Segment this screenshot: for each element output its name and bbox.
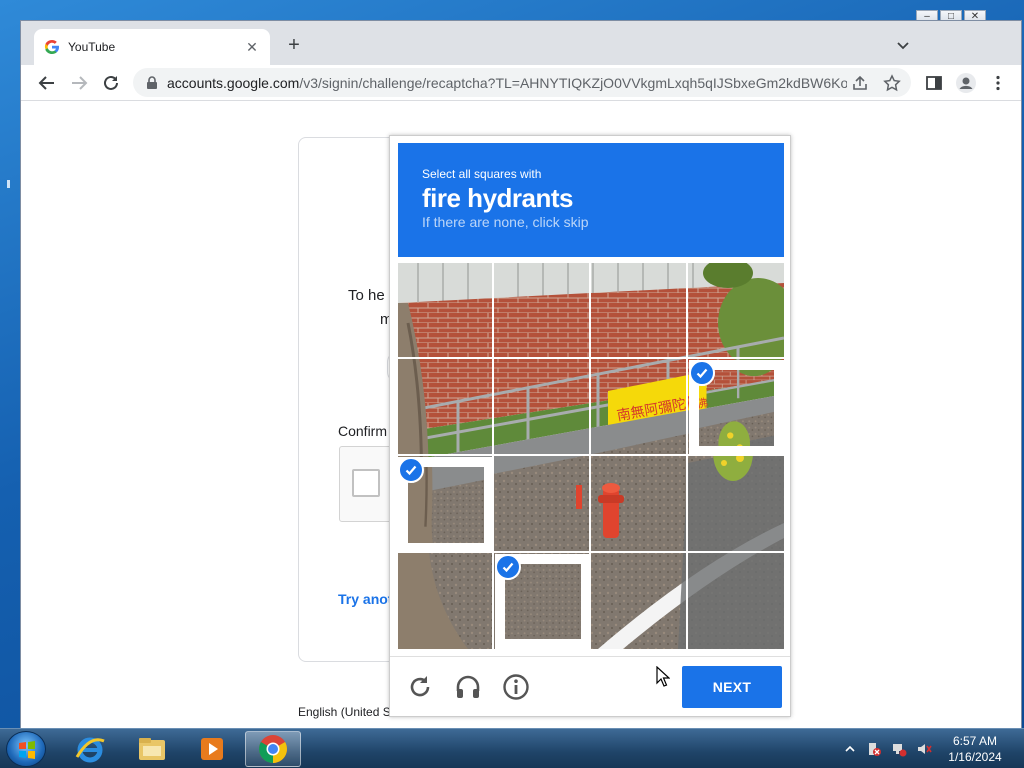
captcha-target-object: fire hydrants xyxy=(422,183,574,213)
captcha-tile[interactable] xyxy=(689,554,785,650)
url-path: /v3/signin/challenge/recaptcha?TL=AHNYTI… xyxy=(299,74,847,91)
system-clock[interactable]: 6:57 AM 1/16/2024 xyxy=(940,733,1010,765)
tile-checkmark-icon xyxy=(689,360,715,386)
recaptcha-challenge: Select all squares with fire hydrants If… xyxy=(389,135,791,717)
taskbar-chrome-icon[interactable] xyxy=(245,731,301,767)
address-bar[interactable]: accounts.google.com/v3/signin/challenge/… xyxy=(133,68,911,97)
tile-checkmark-icon xyxy=(398,457,424,483)
url-host: accounts.google.com xyxy=(167,74,300,91)
reload-icon[interactable] xyxy=(99,71,123,95)
share-icon[interactable] xyxy=(851,74,869,92)
bg-try-another-link[interactable]: Try anot xyxy=(338,591,392,607)
tab-title: YouTube xyxy=(68,40,116,54)
tile-checkmark-icon xyxy=(495,554,521,580)
captcha-footer: NEXT xyxy=(390,656,790,716)
bg-confirm-fragment: Confirm xyxy=(338,423,388,439)
captcha-instruction: Select all squares with xyxy=(422,167,542,181)
windows-taskbar: 6:57 AM 1/16/2024 xyxy=(0,728,1024,768)
captcha-tile[interactable] xyxy=(592,263,688,359)
browser-toolbar: accounts.google.com/v3/signin/challenge/… xyxy=(21,65,1021,101)
start-orb-icon[interactable] xyxy=(6,731,46,767)
captcha-tile[interactable] xyxy=(495,360,591,456)
kebab-menu-icon[interactable] xyxy=(989,74,1007,92)
info-help-icon[interactable] xyxy=(502,673,530,701)
tab-close-icon[interactable]: ✕ xyxy=(244,39,260,56)
new-tab-icon[interactable]: + xyxy=(283,35,305,57)
captcha-tile[interactable]: 南無阿彌陀佛 xyxy=(495,554,591,650)
tab-strip: YouTube ✕ + xyxy=(21,21,1021,65)
lock-icon[interactable] xyxy=(145,75,159,90)
captcha-hint: If there are none, click skip xyxy=(422,214,589,230)
tray-action-center-icon[interactable] xyxy=(866,741,882,757)
captcha-tile[interactable] xyxy=(689,457,785,553)
captcha-tile[interactable] xyxy=(592,457,688,553)
tab-youtube[interactable]: YouTube ✕ xyxy=(34,29,270,65)
url-text[interactable]: accounts.google.com/v3/signin/challenge/… xyxy=(167,75,847,91)
captcha-tile[interactable] xyxy=(592,554,688,650)
tray-network-icon[interactable] xyxy=(891,741,907,757)
captcha-tile[interactable] xyxy=(495,263,591,359)
bg-heading-fragment: To he xyxy=(348,287,385,304)
tray-show-hidden-icon[interactable] xyxy=(844,743,856,755)
windows-logo-icon xyxy=(19,741,35,759)
captcha-tile[interactable] xyxy=(398,554,494,650)
google-g-icon xyxy=(44,40,59,54)
audio-challenge-headphones-icon[interactable] xyxy=(454,673,482,701)
tray-volume-muted-icon[interactable] xyxy=(916,741,932,757)
captcha-tile[interactable] xyxy=(592,360,688,456)
taskbar-media-player-icon[interactable] xyxy=(184,731,240,767)
next-button[interactable]: NEXT xyxy=(682,666,782,708)
captcha-header: Select all squares with fire hydrants If… xyxy=(398,143,784,257)
back-arrow-icon[interactable] xyxy=(35,71,59,95)
captcha-tile[interactable] xyxy=(398,263,494,359)
side-panel-icon[interactable] xyxy=(925,74,943,92)
captcha-tile[interactable]: 南無阿彌陀佛 xyxy=(398,457,494,553)
captcha-tile[interactable]: 南無阿彌陀佛 xyxy=(689,360,785,456)
captcha-tile[interactable] xyxy=(398,360,494,456)
captcha-image-grid: 南無阿彌陀佛 xyxy=(398,263,785,650)
clock-date: 1/16/2024 xyxy=(948,750,1002,764)
forward-arrow-icon[interactable] xyxy=(67,71,91,95)
taskbar-file-explorer-icon[interactable] xyxy=(124,731,180,767)
clock-time: 6:57 AM xyxy=(952,734,998,748)
captcha-tile[interactable] xyxy=(689,263,785,359)
captcha-tile[interactable] xyxy=(495,457,591,553)
mouse-cursor-icon xyxy=(656,666,670,687)
footer-language-selector[interactable]: English (United S xyxy=(298,705,391,719)
desktop-icon-edge xyxy=(7,180,10,188)
profile-avatar-icon[interactable] xyxy=(956,73,976,93)
bookmark-star-icon[interactable] xyxy=(883,74,901,92)
taskbar-internet-explorer-icon[interactable] xyxy=(62,731,118,767)
reload-challenge-icon[interactable] xyxy=(406,673,434,701)
bg-checkbox-square xyxy=(352,469,380,497)
tab-search-chevron-icon[interactable] xyxy=(895,37,911,53)
